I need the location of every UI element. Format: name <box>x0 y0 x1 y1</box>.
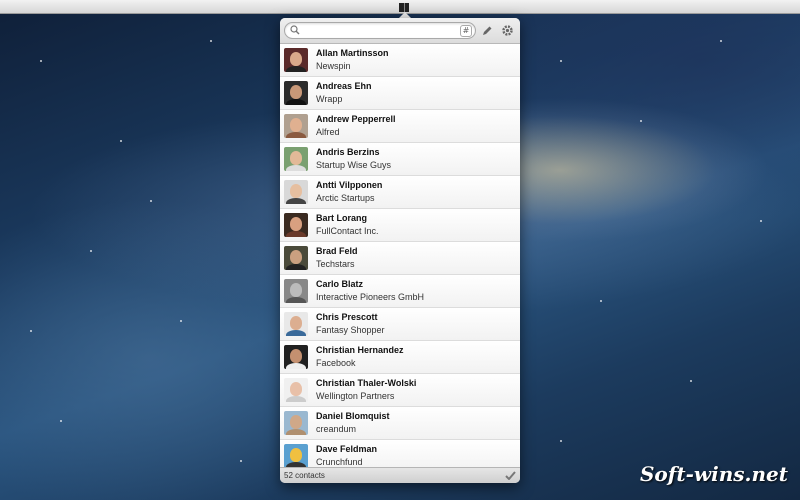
contact-name: Andris Berzins <box>316 147 380 157</box>
contact-company: Wellington Partners <box>316 391 395 401</box>
avatar <box>284 180 308 204</box>
contact-company: Alfred <box>316 127 340 137</box>
contact-name: Allan Martinsson <box>316 48 389 58</box>
contact-name: Christian Hernandez <box>316 345 404 355</box>
contact-row[interactable]: Christian Hernandez Facebook <box>280 341 520 374</box>
contacts-popover: # Allan Martinsson Newspin Andreas Ehn Wra… <box>280 18 520 483</box>
checkmark-icon[interactable] <box>505 467 516 484</box>
pencil-icon[interactable] <box>478 22 496 40</box>
contact-company: Arctic Startups <box>316 193 375 203</box>
tag-filter-button[interactable]: # <box>460 24 472 37</box>
contact-name: Carlo Blatz <box>316 279 364 289</box>
avatar <box>284 345 308 369</box>
contact-row[interactable]: Allan Martinsson Newspin <box>280 44 520 77</box>
contact-company: Newspin <box>316 61 351 71</box>
avatar <box>284 279 308 303</box>
contact-row[interactable]: Andrew Pepperrell Alfred <box>280 110 520 143</box>
avatar <box>284 246 308 270</box>
contact-row[interactable]: Antti Vilpponen Arctic Startups <box>280 176 520 209</box>
contact-company: FullContact Inc. <box>316 226 379 236</box>
contact-name: Antti Vilpponen <box>316 180 383 190</box>
watermark: Soft-wins.net <box>639 462 788 486</box>
avatar <box>284 378 308 402</box>
contact-name: Daniel Blomquist <box>316 411 390 421</box>
search-field[interactable]: # <box>284 22 476 39</box>
avatar <box>284 48 308 72</box>
contact-row[interactable]: Bart Lorang FullContact Inc. <box>280 209 520 242</box>
contact-name: Andrew Pepperrell <box>316 114 396 124</box>
contact-name: Christian Thaler-Wolski <box>316 378 417 388</box>
search-input[interactable] <box>300 23 460 38</box>
contact-name: Bart Lorang <box>316 213 368 223</box>
contact-name: Dave Feldman <box>316 444 378 454</box>
contact-row[interactable]: Andris Berzins Startup Wise Guys <box>280 143 520 176</box>
search-icon <box>290 22 300 40</box>
contact-company: Crunchfund <box>316 457 363 467</box>
contact-row[interactable]: Andreas Ehn Wrapp <box>280 77 520 110</box>
contact-company: Fantasy Shopper <box>316 325 385 335</box>
contact-company: creandum <box>316 424 357 434</box>
avatar <box>284 147 308 171</box>
contact-name: Brad Feld <box>316 246 358 256</box>
contact-row[interactable]: Daniel Blomquist creandum <box>280 407 520 440</box>
gear-icon[interactable] <box>498 22 516 40</box>
contact-company: Wrapp <box>316 94 343 104</box>
contact-company: Facebook <box>316 358 356 368</box>
contact-company: Startup Wise Guys <box>316 160 392 170</box>
contact-company: Techstars <box>316 259 355 269</box>
contact-row[interactable]: Brad Feld Techstars <box>280 242 520 275</box>
avatar <box>284 81 308 105</box>
popover-footer: 52 contacts <box>280 467 520 483</box>
popover-toolbar: # <box>280 18 520 44</box>
contact-row[interactable]: Chris Prescott Fantasy Shopper <box>280 308 520 341</box>
contact-name: Andreas Ehn <box>316 81 372 91</box>
contact-company: Interactive Pioneers GmbH <box>316 292 425 302</box>
contact-row[interactable]: Dave Feldman Crunchfund <box>280 440 520 467</box>
contact-list[interactable]: Allan Martinsson Newspin Andreas Ehn Wrapp… <box>280 44 520 467</box>
avatar <box>284 411 308 435</box>
contact-name: Chris Prescott <box>316 312 378 322</box>
avatar <box>284 213 308 237</box>
avatar <box>284 312 308 336</box>
contact-row[interactable]: Carlo Blatz Interactive Pioneers GmbH <box>280 275 520 308</box>
contact-row[interactable]: Christian Thaler-Wolski Wellington Partne… <box>280 374 520 407</box>
contact-count: 52 contacts <box>284 471 325 480</box>
avatar <box>284 444 308 467</box>
avatar <box>284 114 308 138</box>
